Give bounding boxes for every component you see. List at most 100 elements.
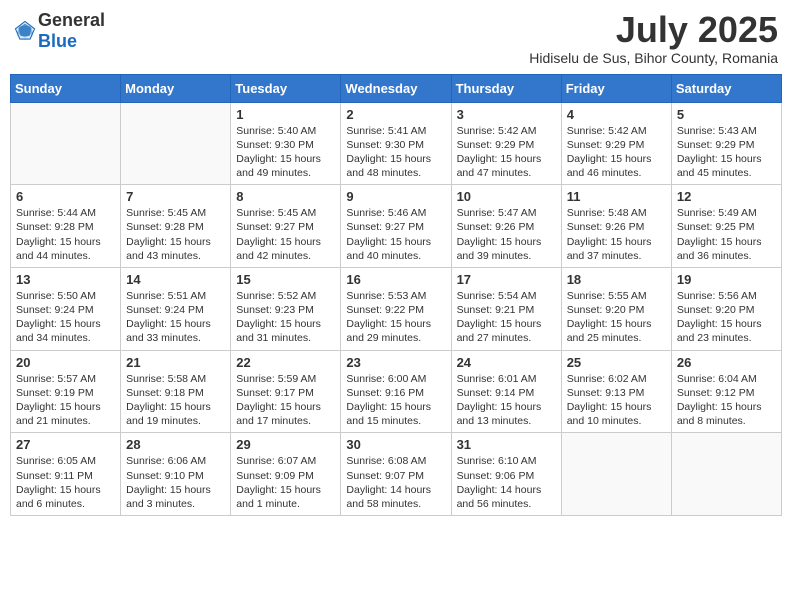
calendar-cell: 22 Sunrise: 5:59 AM Sunset: 9:17 PM Dayli… [231,350,341,433]
calendar-cell: 10Sunrise: 5:47 AM Sunset: 9:26 PM Dayli… [451,185,561,268]
day-info: Sunrise: 5:49 AM Sunset: 9:25 PM Dayligh… [677,206,776,263]
calendar-cell: 31 Sunrise: 6:10 AM Sunset: 9:06 PM Dayli… [451,433,561,516]
calendar-cell: 11 Sunrise: 5:48 AM Sunset: 9:26 PM Dayli… [561,185,671,268]
day-number: 15 [236,272,335,287]
day-info: Sunrise: 6:07 AM Sunset: 9:09 PM Dayligh… [236,454,335,511]
logo-blue: Blue [38,31,77,51]
day-number: 24 [457,355,556,370]
month-title: July 2025 [529,10,778,50]
calendar-week-row: 1Sunrise: 5:40 AM Sunset: 9:30 PM Daylig… [11,102,782,185]
calendar-cell: 4 Sunrise: 5:42 AM Sunset: 9:29 PM Daylig… [561,102,671,185]
day-info: Sunrise: 6:01 AM Sunset: 9:14 PM Dayligh… [457,372,556,429]
day-info: Sunrise: 5:45 AM Sunset: 9:27 PM Dayligh… [236,206,335,263]
day-number: 8 [236,189,335,204]
calendar-cell: 16Sunrise: 5:53 AM Sunset: 9:22 PM Dayli… [341,267,451,350]
day-number: 7 [126,189,225,204]
day-number: 26 [677,355,776,370]
calendar-cell: 24 Sunrise: 6:01 AM Sunset: 9:14 PM Dayli… [451,350,561,433]
calendar-cell [671,433,781,516]
day-info: Sunrise: 5:50 AM Sunset: 9:24 PM Dayligh… [16,289,115,346]
calendar-cell: 26 Sunrise: 6:04 AM Sunset: 9:12 PM Dayli… [671,350,781,433]
day-number: 12 [677,189,776,204]
location-title: Hidiselu de Sus, Bihor County, Romania [529,50,778,66]
day-info: Sunrise: 5:42 AM Sunset: 9:29 PM Dayligh… [567,124,666,181]
day-info: Sunrise: 6:08 AM Sunset: 9:07 PM Dayligh… [346,454,445,511]
day-number: 17 [457,272,556,287]
day-info: Sunrise: 6:00 AM Sunset: 9:16 PM Dayligh… [346,372,445,429]
calendar-cell: 27Sunrise: 6:05 AM Sunset: 9:11 PM Dayli… [11,433,121,516]
day-number: 5 [677,107,776,122]
logo-general: General [38,10,105,30]
calendar-cell: 30 Sunrise: 6:08 AM Sunset: 9:07 PM Dayli… [341,433,451,516]
calendar-cell: 7 Sunrise: 5:45 AM Sunset: 9:28 PM Daylig… [121,185,231,268]
day-info: Sunrise: 5:47 AM Sunset: 9:26 PM Dayligh… [457,206,556,263]
calendar-cell [561,433,671,516]
day-number: 11 [567,189,666,204]
calendar-header-row: SundayMondayTuesdayWednesdayThursdayFrid… [11,74,782,102]
day-number: 4 [567,107,666,122]
title-block: July 2025 Hidiselu de Sus, Bihor County,… [529,10,778,66]
day-info: Sunrise: 5:45 AM Sunset: 9:28 PM Dayligh… [126,206,225,263]
calendar-cell: 18Sunrise: 5:55 AM Sunset: 9:20 PM Dayli… [561,267,671,350]
calendar-week-row: 27Sunrise: 6:05 AM Sunset: 9:11 PM Dayli… [11,433,782,516]
calendar-week-row: 6 Sunrise: 5:44 AM Sunset: 9:28 PM Daylig… [11,185,782,268]
day-info: Sunrise: 5:59 AM Sunset: 9:17 PM Dayligh… [236,372,335,429]
day-info: Sunrise: 6:06 AM Sunset: 9:10 PM Dayligh… [126,454,225,511]
day-info: Sunrise: 5:53 AM Sunset: 9:22 PM Dayligh… [346,289,445,346]
day-number: 21 [126,355,225,370]
calendar-cell: 2 Sunrise: 5:41 AM Sunset: 9:30 PM Daylig… [341,102,451,185]
day-info: Sunrise: 6:04 AM Sunset: 9:12 PM Dayligh… [677,372,776,429]
column-header-thursday: Thursday [451,74,561,102]
calendar-week-row: 20Sunrise: 5:57 AM Sunset: 9:19 PM Dayli… [11,350,782,433]
day-info: Sunrise: 5:51 AM Sunset: 9:24 PM Dayligh… [126,289,225,346]
day-info: Sunrise: 5:52 AM Sunset: 9:23 PM Dayligh… [236,289,335,346]
logo-icon [14,20,36,42]
calendar-cell: 13 Sunrise: 5:50 AM Sunset: 9:24 PM Dayli… [11,267,121,350]
day-info: Sunrise: 5:55 AM Sunset: 9:20 PM Dayligh… [567,289,666,346]
calendar-cell: 3Sunrise: 5:42 AM Sunset: 9:29 PM Daylig… [451,102,561,185]
calendar-cell: 15 Sunrise: 5:52 AM Sunset: 9:23 PM Dayli… [231,267,341,350]
column-header-wednesday: Wednesday [341,74,451,102]
day-info: Sunrise: 5:44 AM Sunset: 9:28 PM Dayligh… [16,206,115,263]
calendar-cell: 6 Sunrise: 5:44 AM Sunset: 9:28 PM Daylig… [11,185,121,268]
day-number: 2 [346,107,445,122]
column-header-friday: Friday [561,74,671,102]
calendar-cell [121,102,231,185]
day-number: 29 [236,437,335,452]
column-header-tuesday: Tuesday [231,74,341,102]
calendar-cell: 1Sunrise: 5:40 AM Sunset: 9:30 PM Daylig… [231,102,341,185]
day-number: 19 [677,272,776,287]
day-number: 1 [236,107,335,122]
day-number: 28 [126,437,225,452]
day-number: 31 [457,437,556,452]
day-number: 9 [346,189,445,204]
day-number: 23 [346,355,445,370]
day-number: 14 [126,272,225,287]
calendar-cell: 17Sunrise: 5:54 AM Sunset: 9:21 PM Dayli… [451,267,561,350]
day-info: Sunrise: 5:48 AM Sunset: 9:26 PM Dayligh… [567,206,666,263]
day-info: Sunrise: 6:02 AM Sunset: 9:13 PM Dayligh… [567,372,666,429]
calendar-cell: 9 Sunrise: 5:46 AM Sunset: 9:27 PM Daylig… [341,185,451,268]
day-info: Sunrise: 6:10 AM Sunset: 9:06 PM Dayligh… [457,454,556,511]
calendar-cell: 12 Sunrise: 5:49 AM Sunset: 9:25 PM Dayli… [671,185,781,268]
calendar-cell: 21 Sunrise: 5:58 AM Sunset: 9:18 PM Dayli… [121,350,231,433]
day-info: Sunrise: 5:41 AM Sunset: 9:30 PM Dayligh… [346,124,445,181]
calendar-cell: 25Sunrise: 6:02 AM Sunset: 9:13 PM Dayli… [561,350,671,433]
day-info: Sunrise: 5:58 AM Sunset: 9:18 PM Dayligh… [126,372,225,429]
calendar-cell: 29 Sunrise: 6:07 AM Sunset: 9:09 PM Dayli… [231,433,341,516]
day-number: 13 [16,272,115,287]
calendar-table: SundayMondayTuesdayWednesdayThursdayFrid… [10,74,782,516]
column-header-saturday: Saturday [671,74,781,102]
calendar-cell: 28 Sunrise: 6:06 AM Sunset: 9:10 PM Dayli… [121,433,231,516]
day-number: 22 [236,355,335,370]
day-info: Sunrise: 5:46 AM Sunset: 9:27 PM Dayligh… [346,206,445,263]
calendar-cell [11,102,121,185]
day-number: 30 [346,437,445,452]
day-number: 3 [457,107,556,122]
column-header-monday: Monday [121,74,231,102]
calendar-cell: 19Sunrise: 5:56 AM Sunset: 9:20 PM Dayli… [671,267,781,350]
day-number: 6 [16,189,115,204]
calendar-cell: 8 Sunrise: 5:45 AM Sunset: 9:27 PM Daylig… [231,185,341,268]
calendar-cell: 14 Sunrise: 5:51 AM Sunset: 9:24 PM Dayli… [121,267,231,350]
logo: General Blue [14,10,105,52]
